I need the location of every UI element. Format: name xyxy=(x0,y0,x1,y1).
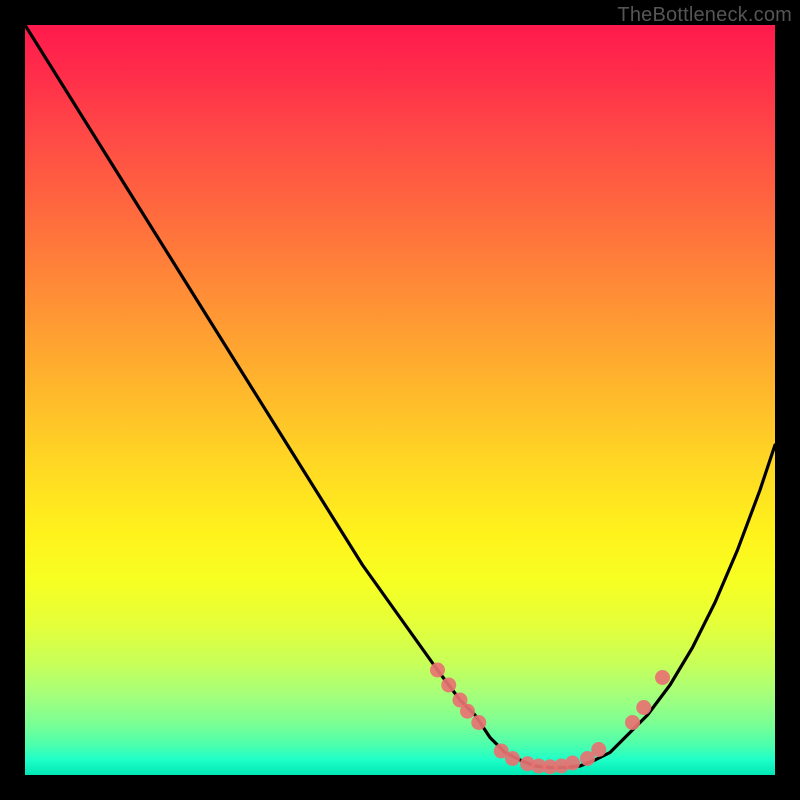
curve-svg xyxy=(25,25,775,775)
salmon-markers xyxy=(430,663,670,775)
marker-dot xyxy=(471,715,486,730)
marker-dot xyxy=(505,751,520,766)
marker-dot xyxy=(636,700,651,715)
chart-frame: TheBottleneck.com xyxy=(0,0,800,800)
marker-dot xyxy=(460,704,475,719)
marker-dot xyxy=(591,742,606,757)
bottleneck-curve xyxy=(25,25,775,768)
watermark-text: TheBottleneck.com xyxy=(617,4,792,27)
marker-dot xyxy=(565,756,580,771)
marker-dot xyxy=(655,670,670,685)
marker-dot xyxy=(441,678,456,693)
plot-area xyxy=(25,25,775,775)
marker-dot xyxy=(430,663,445,678)
marker-dot xyxy=(625,715,640,730)
